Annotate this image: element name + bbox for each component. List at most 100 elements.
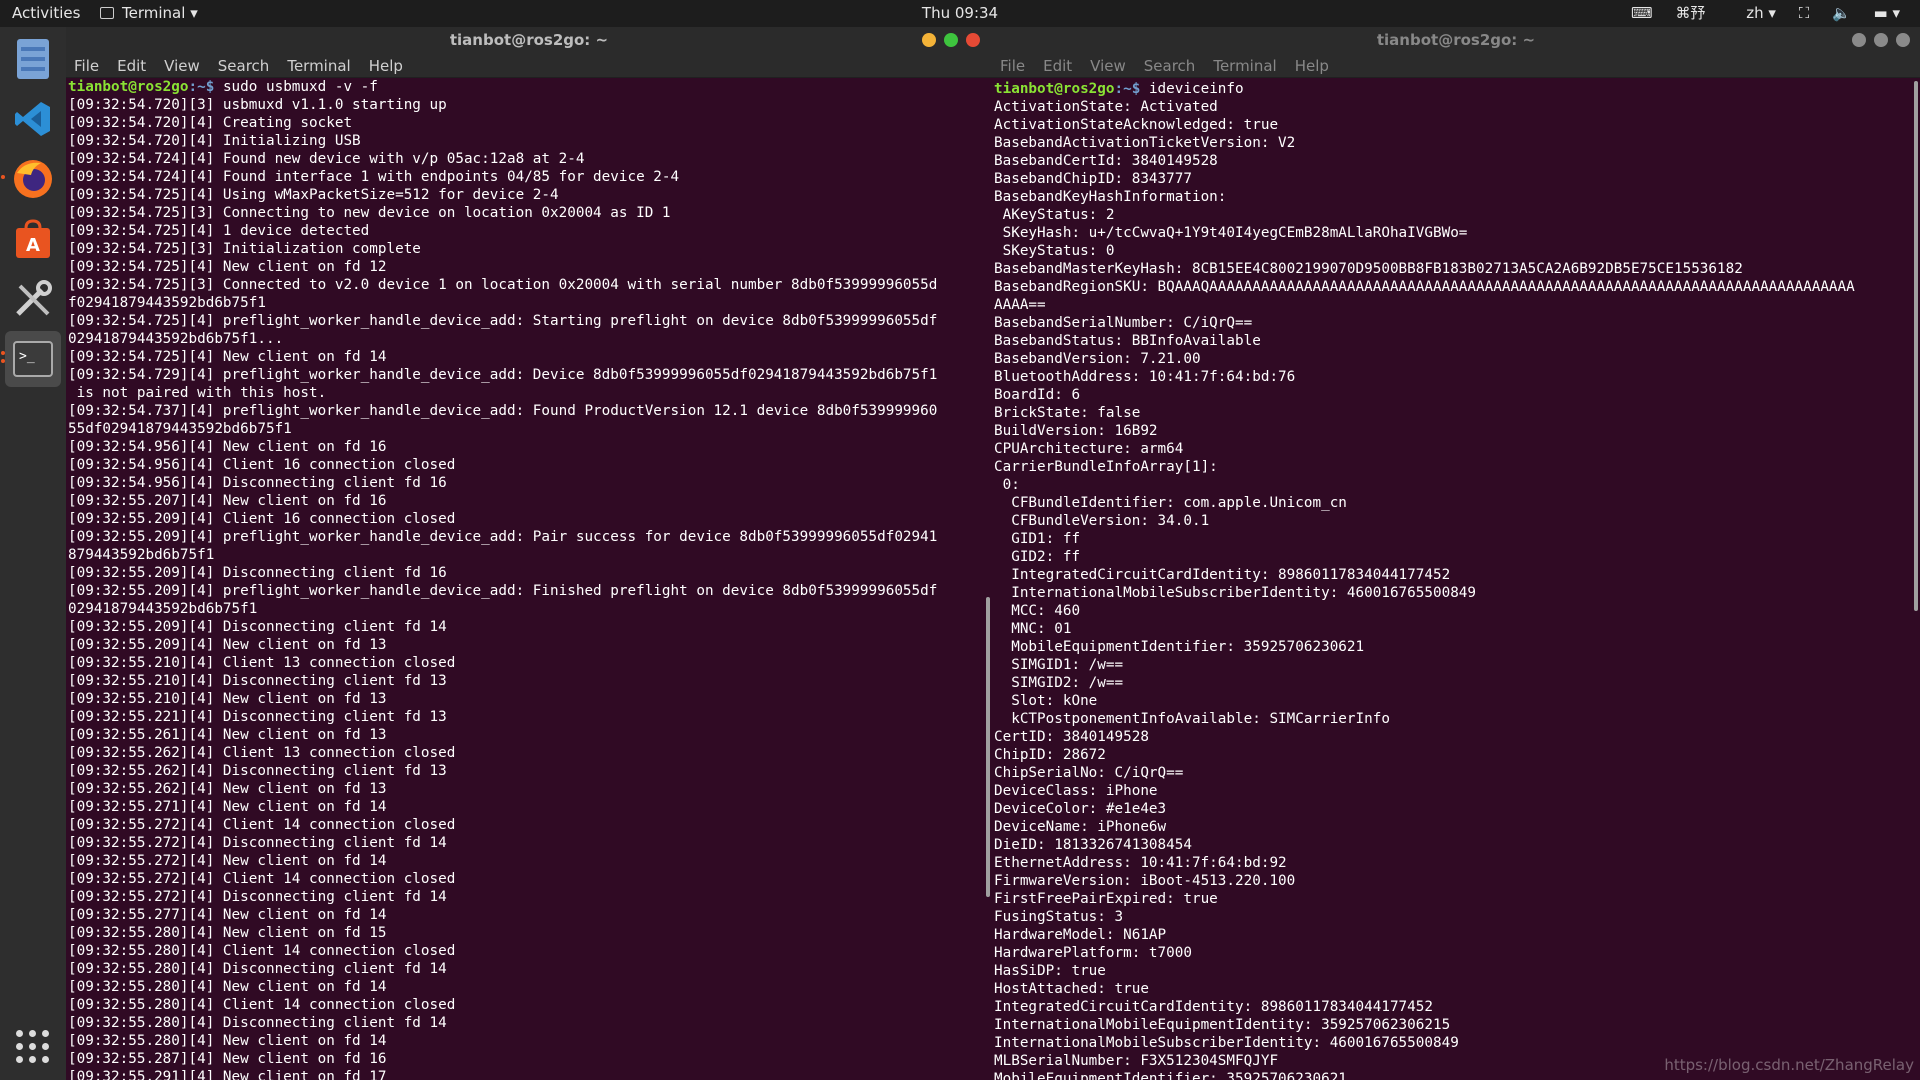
menu-search[interactable]: Search — [218, 57, 270, 75]
terminal-line: SIMGID2: /w== — [994, 675, 1124, 691]
terminal-line: [09:32:55.287][4] New client on fd 16 — [68, 1051, 387, 1067]
terminal-line: [09:32:55.272][4] Client 14 connection c… — [68, 817, 456, 833]
terminal-line: HostAttached: true — [994, 981, 1149, 997]
terminal-line: [09:32:55.209][4] Client 16 connection c… — [68, 511, 456, 527]
terminal-window-left[interactable]: tianbot@ros2go: ~ File Edit View Search Term… — [66, 27, 992, 1080]
menu-help[interactable]: Help — [369, 57, 403, 75]
keyboard-icon[interactable]: ⌨ — [1631, 4, 1653, 22]
terminal-line: DeviceClass: iPhone — [994, 783, 1158, 799]
vscode-icon[interactable] — [5, 91, 61, 147]
scrollbar[interactable] — [1914, 81, 1918, 611]
terminal-line: ChipSerialNo: C/iQrQ== — [994, 765, 1184, 781]
terminal-line: [09:32:54.724][4] Found new device with … — [68, 151, 585, 167]
window-titlebar[interactable]: tianbot@ros2go: ~ — [66, 27, 992, 54]
terminal-line: IntegratedCircuitCardIdentity: 898601178… — [994, 999, 1433, 1015]
terminal-line: BuildVersion: 16B92 — [994, 423, 1158, 439]
terminal-line: ActivationState: Activated — [994, 99, 1218, 115]
terminal-line: [09:32:54.725][4] 1 device detected — [68, 223, 370, 239]
terminal-line: [09:32:55.261][4] New client on fd 13 — [68, 727, 387, 743]
terminal-line: [09:32:55.272][4] Disconnecting client f… — [68, 889, 447, 905]
terminal-line: DeviceColor: #e1e4e3 — [994, 801, 1167, 817]
language-indicator[interactable]: zh ▾ — [1728, 4, 1776, 22]
terminal-output[interactable]: tianbot@ros2go:~$ sudo usbmuxd -v -f [09:… — [68, 78, 978, 1080]
terminal-line: BrickState: false — [994, 405, 1141, 421]
menu-view[interactable]: View — [164, 57, 200, 75]
prompt-path: :~$ — [188, 79, 215, 95]
window-titlebar[interactable]: tianbot@ros2go: ~ — [992, 27, 1920, 54]
network-icon[interactable]: ⛶ — [1799, 4, 1810, 22]
menu-file[interactable]: File — [74, 57, 99, 75]
terminal-line: [09:32:55.271][4] New client on fd 14 — [68, 799, 387, 815]
terminal-line: BasebandCertId: 3840149528 — [994, 153, 1218, 169]
window-title: tianbot@ros2go: ~ — [1376, 31, 1536, 49]
terminal-window-right[interactable]: tianbot@ros2go: ~ File Edit View Search Term… — [992, 27, 1920, 1080]
maximize-button[interactable] — [944, 33, 958, 47]
terminal-line: MobileEquipmentIdentifier: 3592570623062… — [994, 639, 1365, 655]
terminal-line: GID1: ff — [994, 531, 1081, 547]
terminal-line: [09:32:55.277][4] New client on fd 14 — [68, 907, 387, 923]
menu-edit[interactable]: Edit — [1043, 57, 1072, 75]
terminal-line: [09:32:55.272][4] Disconnecting client f… — [68, 835, 447, 851]
terminal-line: ActivationStateAcknowledged: true — [994, 117, 1279, 133]
terminal-line: EthernetAddress: 10:41:7f:64:bd:92 — [994, 855, 1287, 871]
terminal-line: [09:32:54.724][4] Found interface 1 with… — [68, 169, 680, 185]
prompt-path: :~$ — [1114, 81, 1141, 97]
command-text: sudo usbmuxd -v -f — [214, 79, 378, 95]
command-text: ideviceinfo — [1140, 81, 1244, 97]
terminal-line: BasebandActivationTicketVersion: V2 — [994, 135, 1296, 151]
terminal-line: MCC: 460 — [994, 603, 1081, 619]
close-button[interactable] — [966, 33, 980, 47]
terminal-line: [09:32:55.280][4] New client on fd 15 — [68, 925, 387, 941]
terminal-line: [09:32:55.280][4] Disconnecting client f… — [68, 1015, 447, 1031]
volume-icon[interactable]: 🔈 — [1832, 4, 1851, 22]
prompt-user: tianbot@ros2go — [994, 81, 1115, 97]
terminal-line: SKeyStatus: 0 — [994, 243, 1115, 259]
tools-icon[interactable] — [5, 271, 61, 327]
top-bar: Activities Terminal ▾ Thu 09:34 ⌨ ⌘㐨 zh … — [0, 0, 1920, 27]
input-method-indicator[interactable]: ⌘㐨 — [1675, 4, 1705, 22]
terminal-line: [09:32:55.280][4] Client 14 connection c… — [68, 997, 456, 1013]
software-center-icon[interactable]: A — [5, 211, 61, 267]
terminal-line: [09:32:55.262][4] New client on fd 13 — [68, 781, 387, 797]
menu-view[interactable]: View — [1090, 57, 1126, 75]
terminal-line: 02941879443592bd6b75f1... — [68, 331, 284, 347]
terminal-output[interactable]: tianbot@ros2go:~$ ideviceinfo ActivationS… — [994, 80, 1906, 1080]
terminal-line: [09:32:55.209][4] New client on fd 13 — [68, 637, 387, 653]
firefox-icon[interactable] — [5, 151, 61, 207]
system-tray[interactable]: ⌨ ⌘㐨 zh ▾ ⛶ 🔈 ▬ ▾ — [1613, 0, 1900, 27]
terminal-line: FirmwareVersion: iBoot-4513.220.100 — [994, 873, 1296, 889]
menu-terminal[interactable]: Terminal — [1213, 57, 1276, 75]
terminal-line: HardwareModel: N61AP — [994, 927, 1167, 943]
terminal-line: 879443592bd6b75f1 — [68, 547, 215, 563]
minimize-button[interactable] — [922, 33, 936, 47]
scrollbar[interactable] — [986, 597, 990, 897]
minimize-button[interactable] — [1852, 33, 1866, 47]
close-button[interactable] — [1896, 33, 1910, 47]
terminal-line: BasebandChipID: 8343777 — [994, 171, 1192, 187]
battery-icon[interactable]: ▬ ▾ — [1874, 4, 1900, 22]
menu-edit[interactable]: Edit — [117, 57, 146, 75]
dock: A >_ — [0, 27, 66, 1080]
terminal-line: CFBundleVersion: 34.0.1 — [994, 513, 1210, 529]
terminal-line: [09:32:55.272][4] New client on fd 14 — [68, 853, 387, 869]
terminal-line: [09:32:55.210][4] New client on fd 13 — [68, 691, 387, 707]
svg-text:A: A — [26, 235, 40, 256]
terminal-line: [09:32:54.729][4] preflight_worker_handl… — [68, 367, 938, 383]
terminal-line: [09:32:55.280][4] Disconnecting client f… — [68, 961, 447, 977]
menu-help[interactable]: Help — [1295, 57, 1329, 75]
terminal-line: InternationalMobileEquipmentIdentity: 35… — [994, 1017, 1451, 1033]
terminal-line: CarrierBundleInfoArray[1]: — [994, 459, 1218, 475]
files-icon[interactable] — [5, 31, 61, 87]
terminal-line: FirstFreePairExpired: true — [994, 891, 1218, 907]
show-applications-button[interactable] — [16, 1030, 50, 1064]
terminal-line: [09:32:54.956][4] New client on fd 16 — [68, 439, 387, 455]
terminal-line: DeviceName: iPhone6w — [994, 819, 1167, 835]
watermark: https://blog.csdn.net/ZhangRelay — [1664, 1056, 1914, 1074]
menu-terminal[interactable]: Terminal — [287, 57, 350, 75]
terminal-icon[interactable]: >_ — [5, 331, 61, 387]
prompt-user: tianbot@ros2go — [68, 79, 189, 95]
menu-file[interactable]: File — [1000, 57, 1025, 75]
language-label: zh — [1746, 4, 1764, 22]
maximize-button[interactable] — [1874, 33, 1888, 47]
menu-search[interactable]: Search — [1144, 57, 1196, 75]
